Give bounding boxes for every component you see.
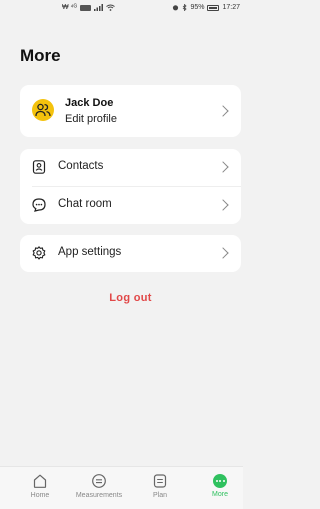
alarm-icon (173, 5, 179, 11)
home-icon (33, 474, 47, 488)
signal-icon (94, 4, 104, 11)
menu-item-contacts[interactable]: Contacts (20, 149, 241, 187)
bluetooth-icon (183, 4, 188, 11)
contacts-label: Contacts (58, 160, 104, 172)
more-screen: ₩ ⁴ᴳ 95% 17:27 More Jack Doe Edit profil… (0, 0, 243, 509)
chevron-right-icon (217, 247, 229, 259)
bottom-nav: Home Measurements Plan More (0, 466, 243, 509)
menu-item-app-settings[interactable]: App settings (20, 235, 241, 272)
settings-card: App settings (20, 235, 241, 272)
user-group-icon (35, 103, 51, 117)
chevron-right-icon (217, 161, 229, 173)
wifi-icon (106, 4, 115, 11)
chevron-right-icon (217, 199, 229, 211)
contacts-icon (32, 160, 46, 174)
battery-icon (207, 4, 220, 11)
measurements-icon (92, 474, 106, 488)
chevron-right-icon (217, 105, 229, 117)
status-network: ₩ ⁴ᴳ (62, 4, 115, 11)
social-card: Contacts Chat room (20, 149, 241, 224)
page-title: More (20, 46, 61, 65)
app-settings-label: App settings (58, 246, 122, 258)
carrier-text: ₩ ⁴ᴳ (62, 4, 78, 11)
battery-percent: 95% (190, 4, 205, 11)
nav-more-label: More (212, 491, 228, 498)
gear-icon (32, 246, 46, 260)
nav-home-label: Home (30, 492, 50, 499)
nav-more[interactable]: More (190, 473, 250, 498)
profile-name: Jack Doe (65, 97, 114, 109)
status-right: 95% 17:27 (172, 4, 240, 11)
status-bar: ₩ ⁴ᴳ 95% 17:27 (0, 0, 243, 16)
logout-button[interactable]: Log out (20, 292, 241, 304)
chat-room-label: Chat room (58, 198, 112, 210)
chat-icon (32, 198, 46, 212)
more-icon (213, 474, 227, 488)
nav-measurements[interactable]: Measurements (69, 473, 129, 499)
nav-plan[interactable]: Plan (130, 473, 190, 499)
nav-home[interactable]: Home (10, 473, 70, 499)
menu-item-chat-room[interactable]: Chat room (20, 187, 241, 224)
avatar (32, 99, 54, 121)
plan-icon (153, 474, 167, 488)
status-time: 17:27 (222, 4, 240, 11)
edit-profile-label: Edit profile (65, 113, 117, 125)
profile-card[interactable]: Jack Doe Edit profile (20, 85, 241, 137)
nav-measurements-label: Measurements (75, 492, 123, 499)
network-badge-icon (80, 4, 92, 11)
nav-plan-label: Plan (152, 492, 167, 499)
